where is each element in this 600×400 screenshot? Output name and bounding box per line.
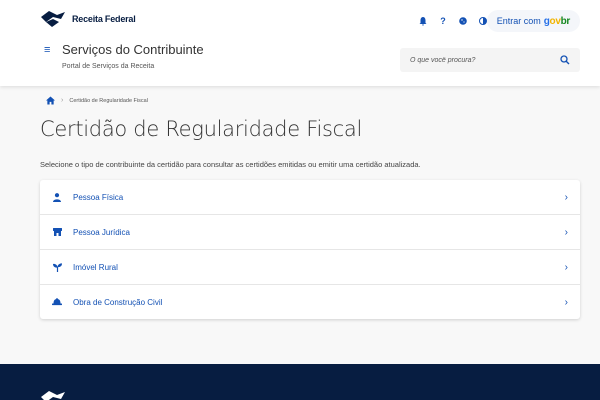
list-item-label: Pessoa Física: [73, 192, 124, 202]
list-item-label: Pessoa Jurídica: [73, 227, 130, 237]
page-title: Certidão de Regularidade Fiscal: [40, 117, 362, 141]
site-header: Receita Federal ? Entrar com govbr ≡ Ser…: [0, 0, 600, 86]
brand[interactable]: Receita Federal: [40, 10, 136, 28]
list-item-obra-construcao-civil[interactable]: Obra de Construção Civil ›: [40, 285, 580, 319]
search-input[interactable]: [410, 56, 550, 64]
person-icon: [52, 192, 62, 202]
list-item-label: Obra de Construção Civil: [73, 297, 163, 307]
home-icon[interactable]: [46, 96, 55, 105]
chevron-right-icon: ›: [61, 97, 64, 104]
plant-icon: [52, 262, 62, 272]
list-item-pessoa-juridica[interactable]: Pessoa Jurídica ›: [40, 215, 580, 250]
help-icon[interactable]: ?: [438, 16, 448, 26]
bell-icon[interactable]: [418, 16, 428, 26]
brand-name: Receita Federal: [72, 14, 136, 24]
construction-icon: [52, 297, 62, 307]
site-footer: [0, 364, 600, 400]
search-box: [400, 48, 580, 72]
chevron-right-icon: ›: [564, 261, 568, 273]
search-icon[interactable]: [560, 55, 570, 65]
list-item-pessoa-fisica[interactable]: Pessoa Física ›: [40, 180, 580, 215]
list-item-label: Imóvel Rural: [73, 262, 118, 272]
chevron-right-icon: ›: [564, 226, 568, 238]
menu-icon[interactable]: ≡: [44, 44, 50, 56]
cookie-icon[interactable]: [458, 16, 468, 26]
list-item-imovel-rural[interactable]: Imóvel Rural ›: [40, 250, 580, 285]
chevron-right-icon: ›: [564, 296, 568, 308]
govbr-logo: govbr: [543, 15, 571, 27]
breadcrumb: › Certidão de Regularidade Fiscal: [46, 96, 148, 105]
page-description: Selecione o tipo de contribuinte da cert…: [40, 160, 421, 169]
receita-logo-icon: [41, 11, 65, 27]
receita-logo-icon: [41, 391, 65, 400]
login-govbr-button[interactable]: Entrar com govbr: [486, 10, 580, 32]
site-title: Serviços do Contribuinte: [62, 42, 204, 57]
site-subtitle: Portal de Serviços da Receita: [62, 63, 155, 70]
login-prefix: Entrar com: [496, 16, 541, 26]
chevron-right-icon: ›: [564, 191, 568, 203]
breadcrumb-current: Certidão de Regularidade Fiscal: [69, 97, 148, 104]
taxpayer-type-list: Pessoa Física › Pessoa Jurídica › Imóvel…: [40, 180, 580, 319]
store-icon: [52, 227, 62, 237]
header-actions: ?: [418, 16, 488, 26]
